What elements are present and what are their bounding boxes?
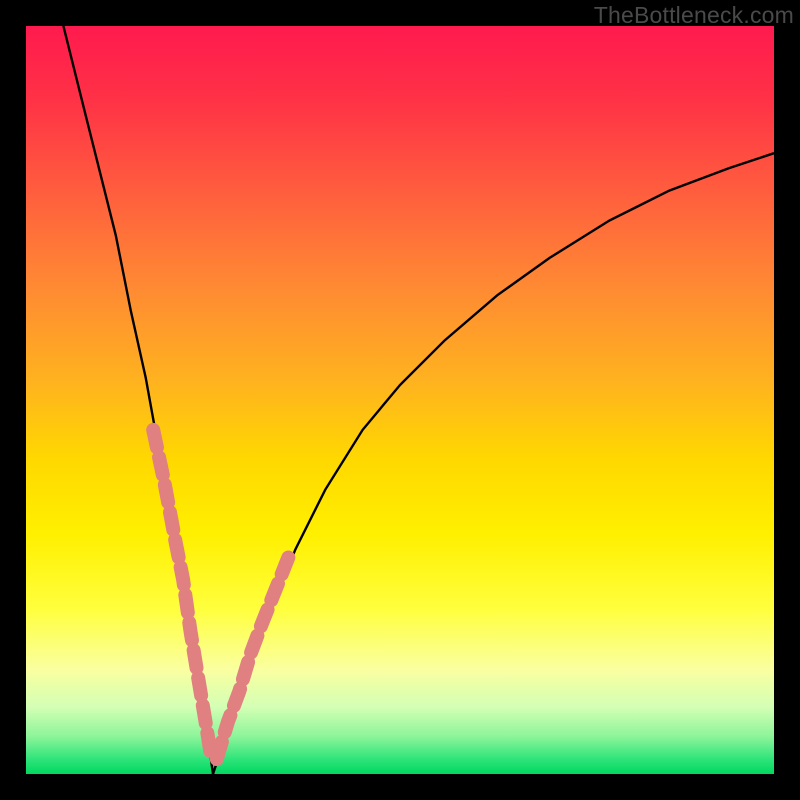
watermark-text: TheBottleneck.com — [594, 2, 794, 29]
right-curve — [213, 153, 774, 774]
right-pink-overlay — [217, 550, 292, 759]
black-frame: TheBottleneck.com — [0, 0, 800, 800]
left-pink-overlay — [153, 430, 211, 759]
chart-svg — [26, 26, 774, 774]
plot-area — [26, 26, 774, 774]
